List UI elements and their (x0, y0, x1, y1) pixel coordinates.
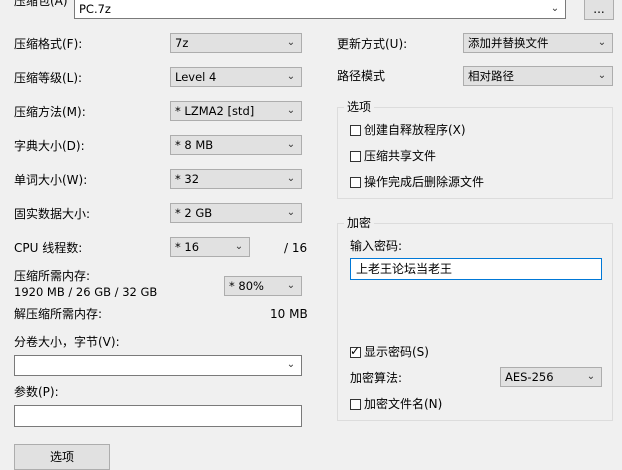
mem-decompress-label: 解压缩所需内存: (14, 307, 103, 321)
mem-compress-detail: 1920 MB / 26 GB / 32 GB (14, 285, 158, 299)
enc-method-value: AES-256 (505, 370, 554, 384)
show-password-checkbox[interactable]: ✓ 显示密码(S) (350, 344, 429, 360)
format-combo[interactable]: 7z ⌄ (170, 33, 302, 53)
update-label: 更新方式(U): (337, 37, 408, 51)
show-password-checkbox-box[interactable]: ✓ (350, 344, 361, 358)
chevron-down-icon[interactable]: ⌄ (284, 103, 298, 119)
path-value: 相对路径 (468, 69, 514, 83)
params-label: 参数(P): (14, 385, 59, 399)
word-label: 单词大小(W): (14, 173, 88, 187)
chevron-down-icon[interactable]: ⌄ (584, 369, 598, 385)
params-input[interactable] (14, 405, 302, 427)
mem-compress-label: 压缩所需内存: (14, 269, 91, 283)
volume-label: 分卷大小，字节(V): (14, 335, 120, 349)
show-password-label: 显示密码(S) (364, 345, 429, 359)
encrypt-names-checkbox-box[interactable] (350, 399, 361, 410)
solid-combo[interactable]: * 2 GB ⌄ (170, 203, 302, 223)
format-label: 压缩格式(F): (14, 37, 83, 51)
sfx-checkbox-box[interactable] (350, 125, 361, 136)
chevron-down-icon[interactable]: ⌄ (284, 35, 298, 51)
checkmark-icon: ✓ (350, 344, 361, 358)
password-input[interactable]: 上老王论坛当老王 (350, 258, 602, 280)
method-value: * LZMA2 [std] (175, 104, 255, 118)
chevron-down-icon[interactable]: ⌄ (284, 137, 298, 153)
archive-label: 压缩包(A) (14, 0, 68, 8)
shared-checkbox-box[interactable] (350, 151, 361, 162)
format-value: 7z (175, 36, 189, 50)
chevron-down-icon[interactable]: ⌄ (284, 69, 298, 85)
path-label: 路径模式 (337, 69, 386, 83)
chevron-down-icon[interactable]: ⌄ (284, 278, 298, 294)
update-combo[interactable]: 添加并替换文件 ⌄ (463, 33, 613, 53)
threads-max: / 16 (284, 241, 308, 255)
chevron-down-icon[interactable]: ⌄ (284, 205, 298, 221)
chevron-down-icon[interactable]: ⌄ (548, 1, 562, 17)
chevron-down-icon[interactable]: ⌄ (284, 171, 298, 187)
threads-label: CPU 线程数: (14, 241, 83, 255)
method-label: 压缩方法(M): (14, 105, 86, 119)
archive-path-value: PC.7z (79, 2, 111, 16)
options-group-title: 选项 (344, 99, 375, 115)
volume-combo[interactable]: ⌄ (14, 355, 302, 376)
solid-value: * 2 GB (175, 206, 213, 220)
dict-value: * 8 MB (175, 138, 214, 152)
chevron-down-icon[interactable]: ⌄ (284, 357, 298, 373)
enc-method-label: 加密算法: (350, 371, 403, 385)
sfx-checkbox[interactable]: 创建自释放程序(X) (350, 122, 466, 138)
level-combo[interactable]: Level 4 ⌄ (170, 67, 302, 87)
update-value: 添加并替换文件 (468, 36, 549, 50)
word-value: * 32 (175, 172, 200, 186)
solid-label: 固实数据大小: (14, 207, 91, 221)
browse-button[interactable]: ... (584, 0, 614, 20)
path-combo[interactable]: 相对路径 ⌄ (463, 66, 613, 86)
shared-checkbox-label: 压缩共享文件 (364, 149, 437, 163)
options-button[interactable]: 选项 (14, 444, 110, 470)
chevron-down-icon[interactable]: ⌄ (232, 239, 246, 255)
shared-checkbox[interactable]: 压缩共享文件 (350, 148, 436, 164)
encryption-group-title: 加密 (344, 215, 375, 231)
threads-combo[interactable]: * 16 ⌄ (170, 237, 250, 257)
mem-decompress-value: 10 MB (270, 307, 308, 321)
encrypt-names-label: 加密文件名(N) (364, 397, 443, 411)
password-label: 输入密码: (350, 239, 403, 253)
delete-checkbox[interactable]: 操作完成后删除源文件 (350, 174, 484, 190)
level-value: Level 4 (175, 70, 217, 84)
dict-label: 字典大小(D): (14, 139, 85, 153)
chevron-down-icon[interactable]: ⌄ (595, 68, 609, 84)
enc-method-combo[interactable]: AES-256 ⌄ (500, 367, 602, 387)
mem-usage-value: * 80% (229, 279, 264, 293)
method-combo[interactable]: * LZMA2 [std] ⌄ (170, 101, 302, 121)
dict-combo[interactable]: * 8 MB ⌄ (170, 135, 302, 155)
sfx-checkbox-label: 创建自释放程序(X) (364, 123, 466, 137)
delete-checkbox-box[interactable] (350, 177, 361, 188)
word-combo[interactable]: * 32 ⌄ (170, 169, 302, 189)
encrypt-names-checkbox[interactable]: 加密文件名(N) (350, 396, 442, 412)
archive-path-combo[interactable]: PC.7z ⌄ (74, 0, 566, 19)
threads-value: * 16 (175, 240, 200, 254)
mem-usage-combo[interactable]: * 80% ⌄ (224, 276, 302, 296)
level-label: 压缩等级(L): (14, 71, 83, 85)
chevron-down-icon[interactable]: ⌄ (595, 35, 609, 51)
delete-checkbox-label: 操作完成后删除源文件 (364, 175, 485, 189)
